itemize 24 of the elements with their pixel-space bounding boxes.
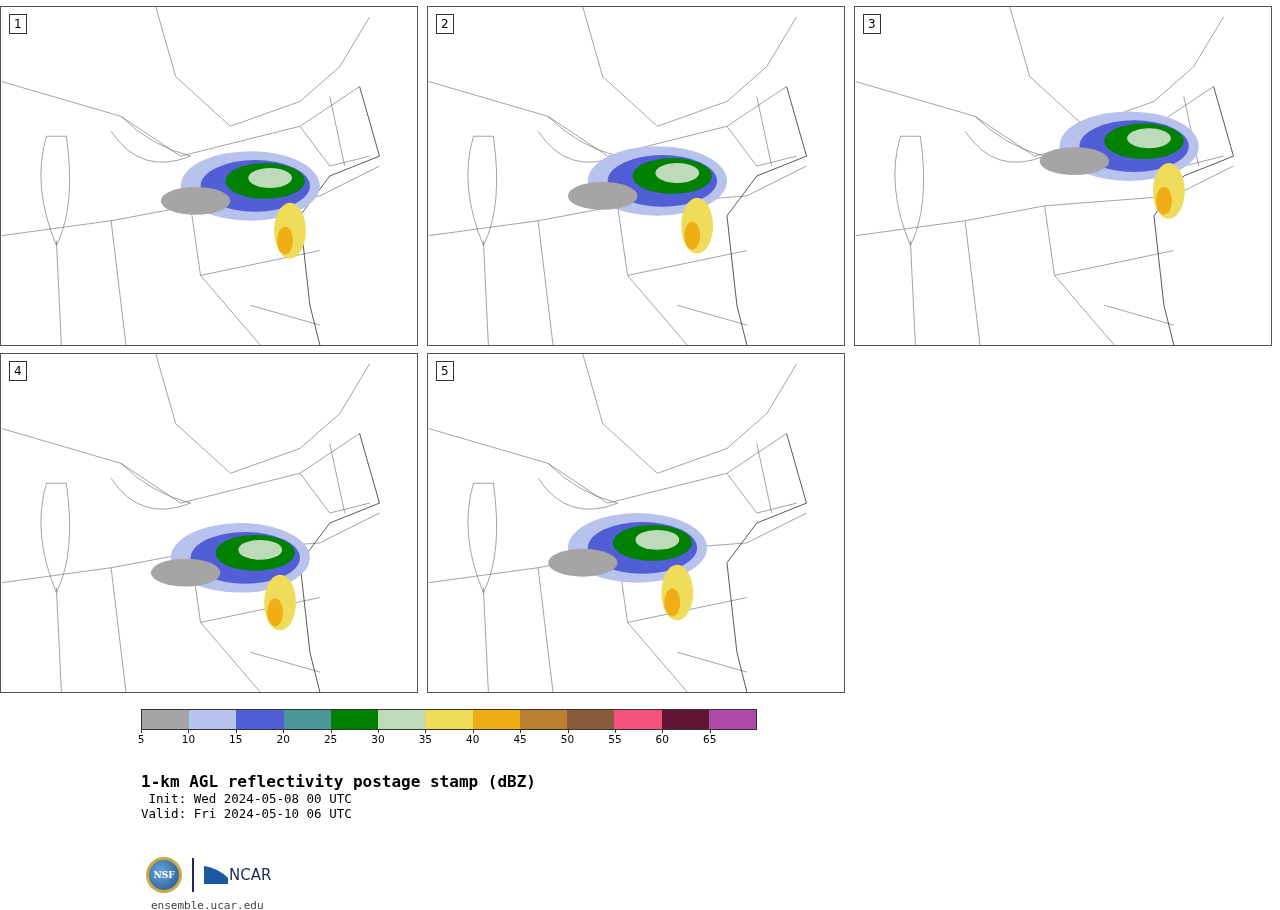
panel-number: 3 <box>863 14 881 34</box>
init-time: Init: Wed 2024-05-08 00 UTC <box>147 791 352 806</box>
scale-tick-label: 15 <box>229 734 243 745</box>
scale-tick-label: 40 <box>466 734 480 745</box>
ncar-logo: NCAR <box>204 866 272 884</box>
nsf-logo: NSF <box>146 857 182 893</box>
panel-number: 1 <box>9 14 27 34</box>
scale-tick-label: 65 <box>703 734 717 745</box>
scale-tick-label: 25 <box>323 734 338 745</box>
scale-tick-label: 45 <box>513 734 527 745</box>
panel-number: 4 <box>9 361 27 381</box>
scale-tick-label: 50 <box>560 734 575 745</box>
scale-tick-label: 60 <box>655 734 669 745</box>
scale-tick-label: 10 <box>181 734 196 745</box>
panel-number: 2 <box>436 14 454 34</box>
panel-number: 5 <box>436 361 454 381</box>
scale-tick-label: 5 <box>137 734 145 745</box>
scale-tick-label: 30 <box>371 734 385 745</box>
scale-tick-label: 20 <box>276 734 290 745</box>
scale-tick-label: 55 <box>608 734 622 745</box>
plot-title: 1-km AGL reflectivity postage stamp (dBZ) <box>141 772 536 791</box>
valid-time: Valid: Fri 2024-05-10 06 UTC <box>141 806 352 821</box>
scale-tick-label: 35 <box>418 734 433 745</box>
website-url: ensemble.ucar.edu <box>151 899 264 910</box>
